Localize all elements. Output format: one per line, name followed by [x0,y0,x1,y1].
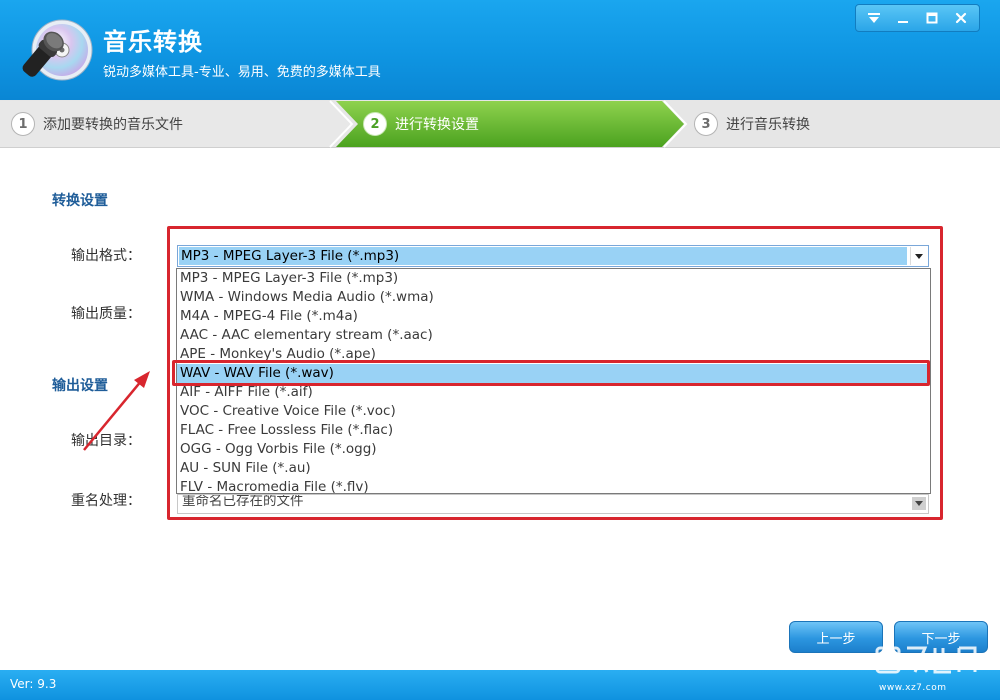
maximize-icon [926,12,938,24]
step-3-number: 3 [694,112,718,136]
step-3-label: 进行音乐转换 [726,117,810,133]
step-1: 1 添加要转换的音乐文件 [11,112,183,136]
step-1-number: 1 [11,112,35,136]
step-2-number: 2 [363,112,387,136]
close-button[interactable] [948,7,974,29]
annotation-highlight-box [172,360,930,386]
title-bar: 音乐转换 锐动多媒体工具-专业、易用、免费的多媒体工具 [0,0,1000,100]
close-icon [955,12,966,24]
step-2-label: 进行转换设置 [395,117,479,133]
menu-dropdown-button[interactable] [861,7,887,29]
maximize-button[interactable] [919,7,945,29]
section-title-conversion: 转换设置 [52,193,108,209]
step-2: 2 进行转换设置 [363,112,479,136]
version-label: Ver: 9.3 [10,677,57,691]
step-3: 3 进行音乐转换 [694,112,810,136]
menu-dropdown-icon [868,13,881,23]
minimize-button[interactable] [890,7,916,29]
label-output-format: 输出格式： [71,248,141,264]
annotation-arrow-icon [83,371,150,451]
step-1-label: 添加要转换的音乐文件 [43,117,183,133]
wizard-steps: 1 添加要转换的音乐文件 2 进行转换设置 3 进行音乐转换 [0,100,1000,148]
minimize-icon [898,21,909,23]
label-output-quality: 输出质量： [71,306,141,322]
app-title: 音乐转换 [103,28,203,56]
app-logo-icon [22,19,93,81]
status-bar: Ver: 9.3 [0,670,1000,700]
watermark-text: www.xz7.com [879,683,947,693]
app-subtitle: 锐动多媒体工具-专业、易用、免费的多媒体工具 [103,65,381,80]
label-rename: 重名处理： [71,493,141,509]
window-controls [855,4,980,32]
